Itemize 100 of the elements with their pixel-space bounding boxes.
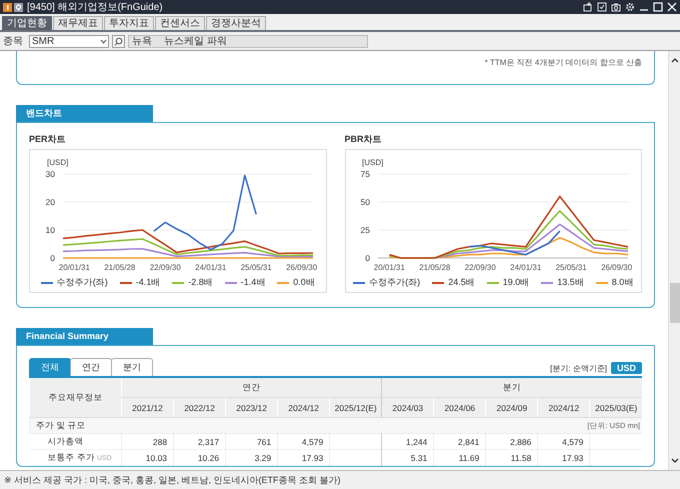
table-cell: 2,317 [174,434,226,450]
scroll-down-icon[interactable] [670,458,678,464]
section-header: Financial Summary [16,328,153,345]
table-cell: 4,579 [538,434,590,450]
axis-tick-label: 25 [360,225,370,235]
search-button[interactable] [112,34,125,48]
table-header-cell: 2024/12 [538,398,590,418]
axis-tick-label: 26/09/30 [286,263,317,272]
help-icon [14,2,23,12]
table-cell: 17.93 [278,450,330,466]
section-label: 주가 및 규모 [36,420,86,432]
axis-tick-label: 50 [360,197,370,207]
axis-tick-label: 24/01/31 [510,263,542,272]
window-title: [9450] 해외기업정보(FnGuide) [27,1,163,14]
axis-tick-label: 20 [45,197,55,207]
chart-title: PBR차트 [344,133,382,146]
tab[interactable]: 전체 [29,358,71,376]
legend-line-icon [277,282,290,284]
table-cell: 10.03 [122,450,174,466]
tab[interactable]: 투자지표 [104,16,154,30]
legend-label: -1.4배 [240,276,266,289]
axis-tick-label: 22/09/30 [464,263,496,272]
legend-line-icon [353,282,366,284]
stock-combo[interactable]: SMR [29,34,109,48]
legend-label: 13.5배 [557,276,584,289]
footer-note: ※ 서비스 제공 국가 : 미국, 중국, 홍콩, 일본, 베트남, 인도네시아(ETF종목 조회 불가) [4,474,341,486]
axis-tick-label: 20/01/31 [58,263,90,272]
table-header-cell: 2021/12 [122,398,174,418]
tab[interactable]: 기업현황 [2,16,52,30]
legend-line-icon [40,282,53,284]
axis-tick-label: 21/05/28 [420,263,451,272]
table-cell: 2,841 [434,434,486,450]
settings-icon[interactable] [625,2,635,12]
legend-line-icon [224,282,237,284]
axis-tick-label: 75 [360,169,370,179]
table-cell: 4,579 [278,434,330,450]
table-cell: 3.29 [226,450,278,466]
basis-note: [분기: 순액기준] [550,362,607,374]
legend-line-icon [486,282,499,284]
section-header: 밴드차트 [16,105,153,122]
axis-tick-label: 24/01/31 [194,263,226,272]
axis-tick-label: 25/05/31 [556,263,587,272]
table-cell: 11.58 [486,450,538,466]
legend-label: 0.0배 [293,276,315,289]
scrollbar-thumb[interactable] [670,283,680,323]
axis-unit-label: [USD] [46,158,68,167]
table-cell: 1,244 [382,434,434,450]
legend-label: 19.0배 [502,276,530,289]
table-header-cell: 분기 [382,377,642,398]
legend-label: 수정주가(좌) [56,276,108,289]
table-cell: 11.69 [434,450,486,466]
table-cell: 761 [226,434,278,450]
tab[interactable]: 경쟁사분석 [206,16,266,30]
table-header-cell: 2024/03 [382,398,434,418]
camera-icon[interactable] [611,2,621,12]
checklist-icon[interactable] [597,2,607,12]
table-header-cell: 2024/09 [486,398,538,418]
legend-label: 24.5배 [448,276,475,289]
legend-label: -2.8배 [188,276,213,289]
legend-line-icon [172,282,184,284]
legend-label: 수정주가(좌) [369,276,420,289]
axis-tick-label: 20/01/31 [374,263,406,272]
tab[interactable]: 연간 [70,358,112,376]
company-name: 뉴스케일 파워 [164,35,227,48]
axis-tick-label: 21/05/28 [104,263,136,272]
scroll-up-icon[interactable] [670,57,678,63]
table-header-cell: 2024/06 [434,398,486,418]
table-cell: 17.93 [538,450,590,466]
row-label: 시가총액 [48,436,84,446]
table-header-cell: 2024/12 [278,398,330,418]
tab[interactable]: 분기 [111,358,153,376]
legend-label: 8.0배 [612,276,634,289]
chart-title: PER차트 [29,133,66,146]
legend-label: -4.1배 [136,276,160,289]
table-header-cell: 주요재무정보 [30,377,122,418]
maximize-icon[interactable] [653,2,663,12]
table-header-cell: 2023/12 [226,398,278,418]
legend-line-icon [120,282,132,284]
axis-tick-label: 25/05/31 [240,263,272,272]
legend-line-icon [596,282,608,284]
axis-tick-label: 0 [366,253,370,263]
exchange-text: 뉴욕 [132,35,152,48]
currency-button[interactable]: USD [610,362,642,374]
table-cell: 288 [122,434,174,450]
axis-tick-label: 22/09/30 [149,263,181,272]
axis-tick-label: 0 [50,253,55,263]
axis-tick-label: 30 [45,169,55,179]
axis-tick-label: 10 [45,225,55,235]
footnote: * TTM은 직전 4개분기 데이터의 합으로 산출 [484,57,642,68]
tab[interactable]: 컨센서스 [155,16,205,30]
close-icon[interactable] [667,2,677,12]
new-window-icon[interactable] [583,2,593,12]
badge-icon [3,2,12,12]
axis-unit-label: [USD] [362,158,384,167]
field-label: 종목 [3,35,23,48]
legend-line-icon [432,282,444,284]
axis-tick-label: 26/09/30 [601,263,632,272]
row-label: 보통주 주가 [48,452,95,462]
search-icon [114,36,123,46]
tab[interactable]: 재무제표 [53,16,103,30]
